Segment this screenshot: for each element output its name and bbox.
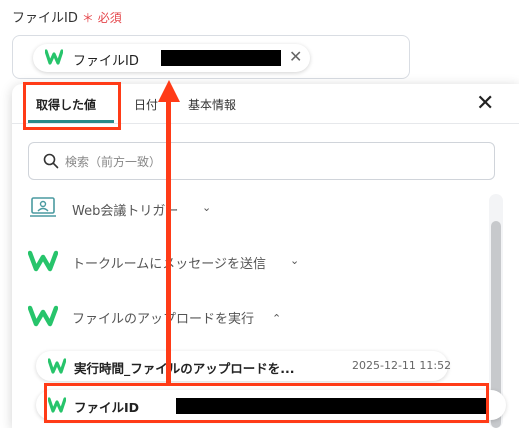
chip-close-icon[interactable]: ✕ (289, 47, 302, 66)
section-label: ファイルのアップロードを実行 (72, 312, 255, 327)
tab-highlight-box (23, 82, 121, 130)
value-picker-popup: 取得した値 日付 基本情報 ✕ Web会議トリガー ⌄ トークルームにメッセージ… (12, 84, 519, 428)
chip-label: ファイルID (73, 54, 139, 69)
row-label: 実行時間_ファイルのアップロードを... (74, 361, 295, 376)
section-send-message[interactable]: トークルームにメッセージを送信 ⌄ (26, 248, 326, 276)
w-logo-icon (27, 305, 59, 331)
chevron-down-icon: ⌄ (202, 201, 212, 214)
annotation-arrow (166, 96, 171, 384)
search-icon (43, 153, 59, 173)
search-box[interactable] (28, 142, 495, 180)
tab-date[interactable]: 日付 (134, 96, 158, 113)
w-logo-icon (47, 358, 67, 378)
section-label: Web会議トリガー (72, 204, 179, 219)
required-mark: ＊ 必須 (81, 11, 122, 25)
arrow-head-icon (158, 80, 180, 102)
list-item-execution-time[interactable]: 実行時間_ファイルのアップロードを... 2025-12-11 11:52 (36, 351, 452, 381)
chevron-up-icon: ⌃ (272, 312, 282, 325)
file-id-chip[interactable]: ファイルID ✕ (33, 44, 310, 72)
section-web-meeting-trigger[interactable]: Web会議トリガー ⌄ (26, 195, 246, 223)
row-timestamp: 2025-12-11 11:52 (352, 359, 452, 372)
search-input[interactable] (63, 152, 467, 172)
w-logo-icon (44, 49, 64, 69)
tab-basic-info[interactable]: 基本情報 (188, 96, 236, 113)
w-logo-icon (27, 250, 59, 276)
field-label-text: ファイルID (12, 11, 78, 26)
row-highlight-box (44, 383, 489, 423)
meeting-icon (30, 196, 56, 224)
close-icon[interactable]: ✕ (476, 93, 494, 115)
file-id-field[interactable]: ファイルID ✕ (12, 35, 410, 79)
chevron-down-icon: ⌄ (290, 254, 300, 267)
file-id-label: ファイルID ＊ 必須 (12, 7, 122, 26)
redacted-value (161, 50, 281, 66)
